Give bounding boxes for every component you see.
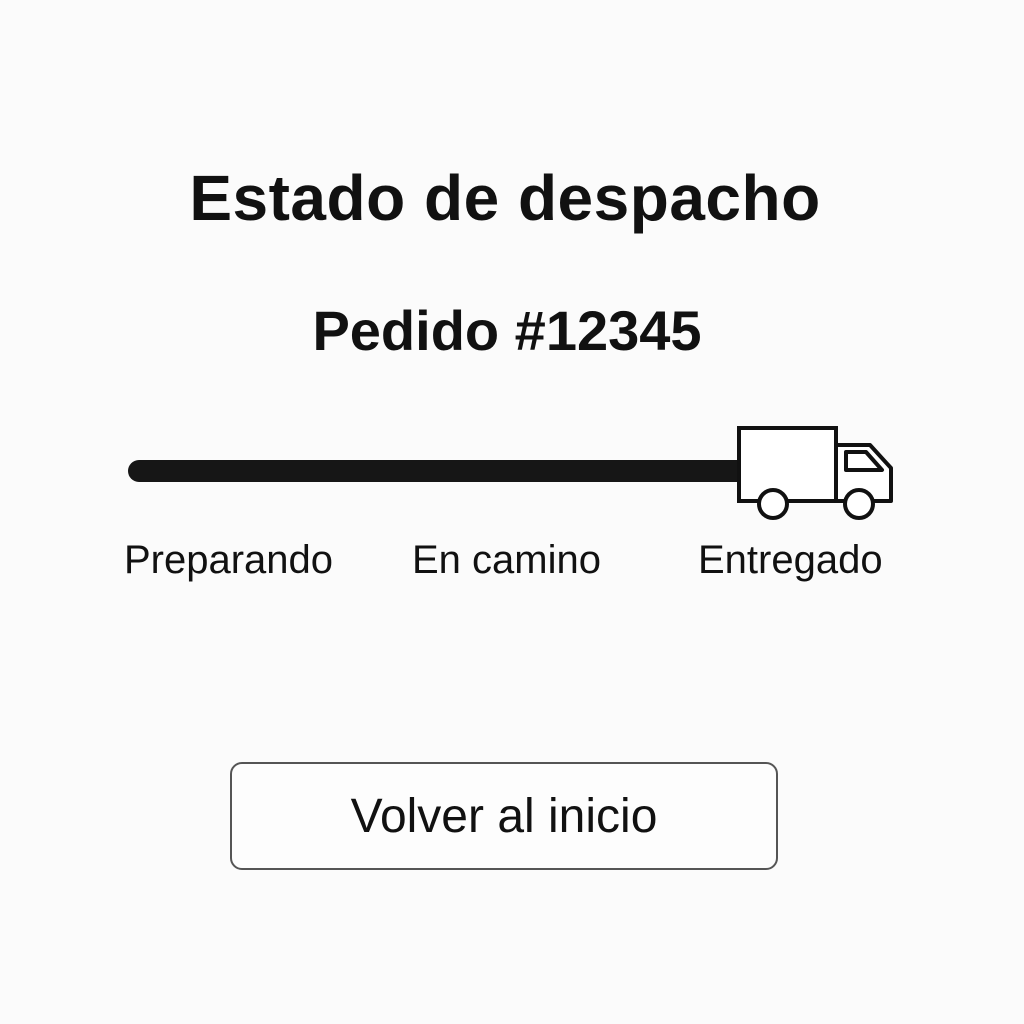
truck-icon xyxy=(737,426,893,520)
stage-label-en-camino: En camino xyxy=(412,538,601,582)
stage-label-entregado: Entregado xyxy=(698,538,883,582)
progress-bar xyxy=(128,460,758,482)
back-to-home-button[interactable]: Volver al inicio xyxy=(230,762,778,870)
stage-label-preparando: Preparando xyxy=(124,538,334,582)
page-title: Estado de despacho xyxy=(189,161,821,234)
shipping-status-screen: Estado de despacho Pedido #12345 Prepara… xyxy=(0,0,1024,1024)
order-number: Pedido #12345 xyxy=(312,299,702,362)
shipment-progress-tracker xyxy=(120,420,910,530)
